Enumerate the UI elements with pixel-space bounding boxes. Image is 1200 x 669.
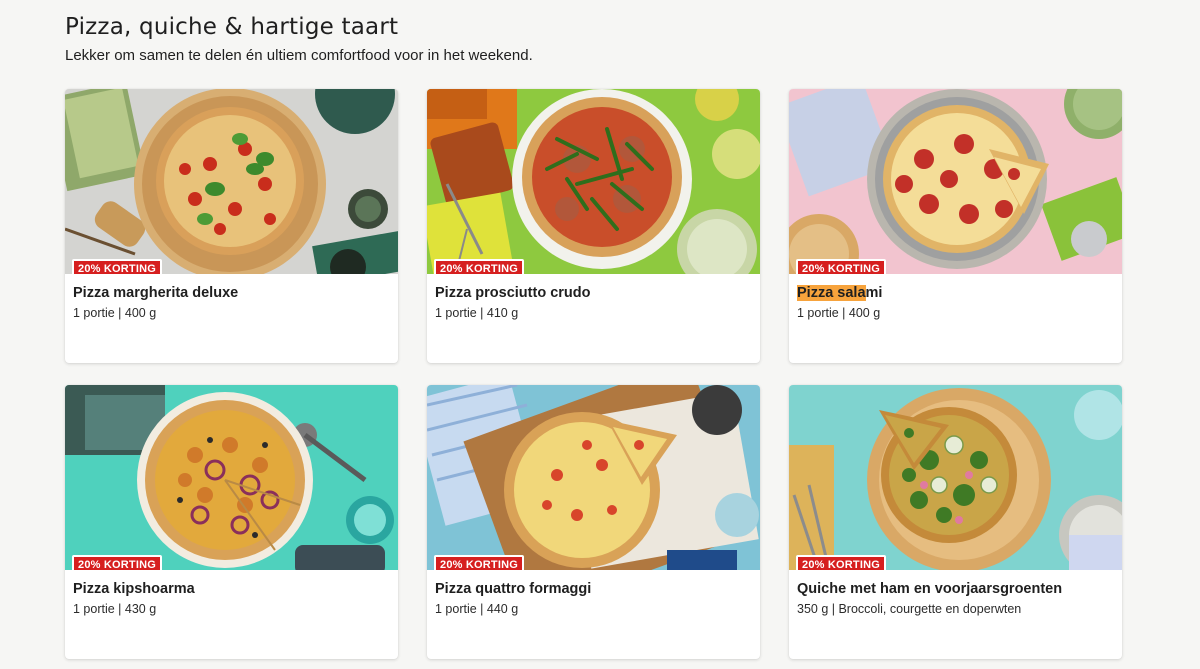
recipe-image[interactable]: 20% KORTING: [789, 385, 1122, 570]
recipe-image[interactable]: 20% KORTING: [789, 89, 1122, 274]
discount-badge: 20% KORTING: [434, 259, 524, 274]
recipe-card-margherita[interactable]: 20% KORTING Pizza margherita deluxe 1 po…: [65, 89, 398, 363]
discount-badge: 20% KORTING: [72, 555, 162, 570]
recipe-meta: 1 portie | 430 g: [73, 602, 157, 616]
discount-badge: 20% KORTING: [72, 259, 162, 274]
recipe-title[interactable]: Pizza margherita deluxe: [73, 283, 390, 303]
recipe-title[interactable]: Pizza prosciutto crudo: [435, 283, 752, 303]
recipe-card-prosciutto[interactable]: 20% KORTING Pizza prosciutto crudo 1 por…: [427, 89, 760, 363]
recipe-title-rest: mi: [865, 285, 883, 301]
recipe-image[interactable]: 20% KORTING: [65, 89, 398, 274]
recipe-card-quiche[interactable]: 20% KORTING Quiche met ham en voorjaarsg…: [789, 385, 1122, 659]
recipe-title[interactable]: Pizza salami: [797, 283, 1114, 303]
section-title: Pizza, quiche & hartige taart: [65, 14, 399, 40]
recipe-meta: 1 portie | 440 g: [435, 602, 519, 616]
discount-badge: 20% KORTING: [434, 555, 524, 570]
recipe-meta: 350 g | Broccoli, courgette en doperwten: [797, 602, 1022, 616]
recipe-image[interactable]: 20% KORTING: [65, 385, 398, 570]
discount-badge: 20% KORTING: [796, 259, 886, 274]
search-highlight: Pizza sala: [797, 285, 866, 301]
recipe-card-kipshoarma[interactable]: 20% KORTING Pizza kipshoarma 1 portie | …: [65, 385, 398, 659]
discount-badge: 20% KORTING: [796, 555, 886, 570]
recipe-meta: 1 portie | 400 g: [73, 306, 157, 320]
recipe-image[interactable]: 20% KORTING: [427, 89, 760, 274]
recipe-title[interactable]: Quiche met ham en voorjaarsgroenten: [797, 579, 1114, 599]
recipe-image[interactable]: 20% KORTING: [427, 385, 760, 570]
recipe-card-salami[interactable]: 20% KORTING Pizza salami 1 portie | 400 …: [789, 89, 1122, 363]
recipe-meta: 1 portie | 400 g: [797, 306, 881, 320]
recipe-meta: 1 portie | 410 g: [435, 306, 519, 320]
section-subtitle: Lekker om samen te delen én ultiem comfo…: [65, 47, 533, 64]
recipe-grid: 20% KORTING Pizza margherita deluxe 1 po…: [65, 89, 1122, 659]
recipe-title[interactable]: Pizza kipshoarma: [73, 579, 390, 599]
recipe-title[interactable]: Pizza quattro formaggi: [435, 579, 752, 599]
recipe-card-quattro-formaggi[interactable]: 20% KORTING Pizza quattro formaggi 1 por…: [427, 385, 760, 659]
